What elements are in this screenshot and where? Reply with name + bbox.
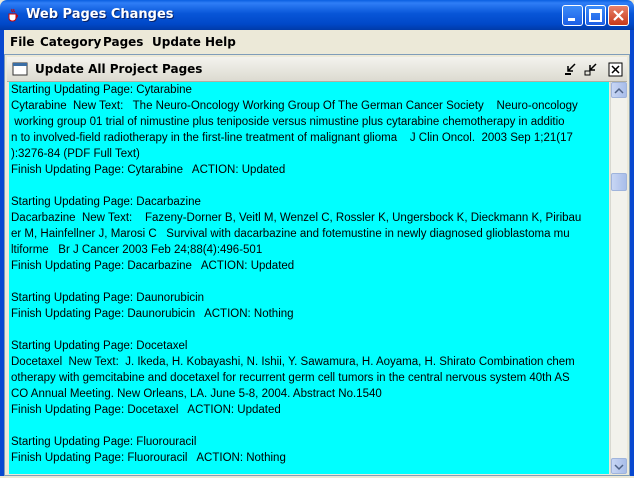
log-line: Starting Updating Page: Daunorubicin: [11, 292, 205, 304]
scroll-up-button[interactable]: [611, 82, 627, 98]
window-title: Web Pages Changes: [26, 7, 174, 22]
internal-frame-title: Update All Project Pages: [35, 62, 203, 76]
window-frame-right: [630, 30, 634, 476]
log-line: Starting Updating Page: Fluorouracil: [11, 436, 197, 448]
menu-bar: File Category Pages Update Help: [4, 30, 630, 52]
minimize-icon: [568, 18, 575, 21]
log-line: otherapy with gemcitabine and docetaxel …: [11, 372, 570, 384]
menu-update[interactable]: Update: [152, 35, 201, 49]
close-icon[interactable]: [608, 62, 623, 77]
log-line: Cytarabine New Text: The Neuro-Oncology …: [11, 100, 578, 112]
minimize-button[interactable]: [562, 5, 583, 26]
vertical-scrollbar[interactable]: [610, 82, 627, 474]
log-line: Finish Updating Page: Cytarabine ACTION:…: [11, 164, 286, 176]
log-line: ):3276-84 (PDF Full Text): [11, 148, 140, 160]
log-line: Starting Updating Page: Cytarabine: [11, 84, 192, 96]
menu-file[interactable]: File: [10, 35, 35, 49]
log-line: ltiforme Br J Cancer 2003 Feb 24;88(4):4…: [11, 244, 263, 256]
log-line: Finish Updating Page: Fluorouracil ACTIO…: [11, 452, 286, 464]
java-cup-icon: [8, 8, 18, 22]
update-pages-internal-frame: Update All Project Pages Starting Updati…: [4, 54, 630, 476]
log-line: CO Annual Meeting. New Orleans, LA. June…: [11, 388, 382, 400]
restore-icon[interactable]: [583, 62, 598, 77]
log-line: Finish Updating Page: Docetaxel ACTION: …: [11, 404, 281, 416]
log-line: Starting Updating Page: Dacarbazine: [11, 196, 201, 208]
menu-category[interactable]: Category: [40, 35, 101, 49]
log-line: working group 01 trial of nimustine plus…: [11, 116, 565, 128]
iconify-icon[interactable]: [563, 62, 578, 77]
log-line: Dacarbazine New Text: Fazeny-Dorner B, V…: [11, 212, 582, 224]
close-icon: [613, 10, 624, 21]
internal-frame-titlebar[interactable]: Update All Project Pages: [7, 57, 627, 82]
log-line: Finish Updating Page: Daunorubicin ACTIO…: [11, 308, 294, 320]
internal-frame-icon: [12, 62, 28, 76]
menu-pages[interactable]: Pages: [103, 35, 143, 49]
maximize-button[interactable]: [585, 5, 606, 26]
log-line: Starting Updating Page: Docetaxel: [11, 340, 188, 352]
log-line: er M, Hainfellner J, Marosi C Survival w…: [11, 228, 570, 240]
maximize-icon: [589, 9, 602, 22]
menu-help[interactable]: Help: [205, 35, 236, 49]
log-line: Finish Updating Page: Dacarbazine ACTION…: [11, 260, 295, 272]
window-titlebar[interactable]: Web Pages Changes: [0, 0, 634, 30]
chevron-down-icon: [614, 464, 624, 471]
chevron-up-icon: [614, 87, 624, 94]
log-line: Docetaxel New Text: J. Ikeda, H. Kobayas…: [11, 356, 575, 368]
log-line: n to involved-field radiotherapy in the …: [11, 132, 573, 144]
scroll-thumb[interactable]: [611, 173, 627, 192]
update-log-textarea[interactable]: Starting Updating Page: Cytarabine Cytara…: [9, 82, 609, 474]
close-button[interactable]: [608, 5, 629, 26]
scroll-down-button[interactable]: [611, 458, 627, 474]
